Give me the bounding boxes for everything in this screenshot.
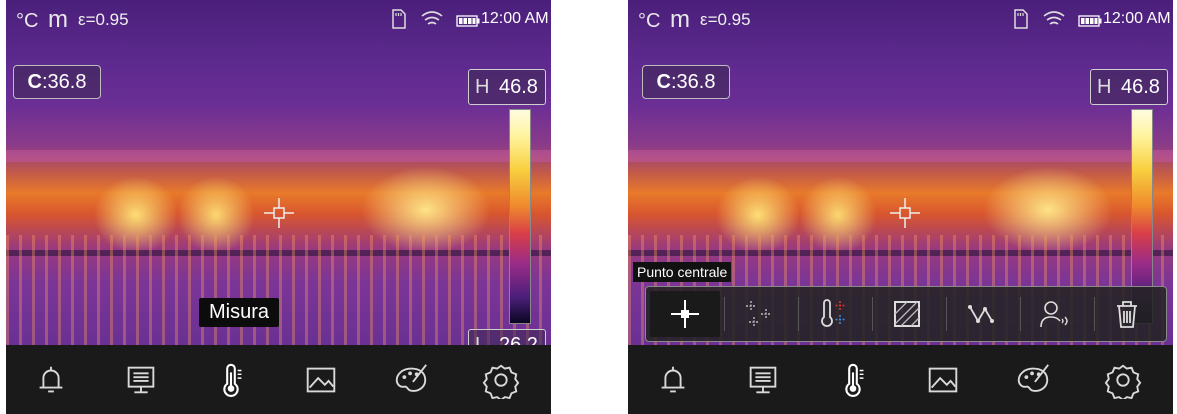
gear-icon: [482, 364, 520, 399]
palette-icon: [395, 363, 427, 392]
palette-button[interactable]: [366, 345, 456, 414]
line-tool[interactable]: [946, 291, 1016, 337]
gallery-button[interactable]: [276, 345, 366, 414]
hot-cold-tool[interactable]: [798, 291, 868, 337]
color-scale-bar: [509, 109, 531, 324]
battery-icon: [1078, 14, 1102, 32]
status-bar: °C m ε=0.95 12:00 AM: [6, 0, 551, 40]
trash-icon: [1117, 301, 1137, 328]
mode-toast: Misura: [199, 298, 280, 327]
area-tool[interactable]: [872, 291, 942, 337]
max-label: H: [475, 76, 490, 98]
max-temperature-box: H 46.8: [1090, 69, 1168, 105]
crosshair-icon: [890, 198, 920, 228]
thermal-screen-measure: °C m ε=0.95 12:00 AM C:36.8 H 46.8 L 26.…: [6, 0, 551, 414]
crosshair-icon: [264, 198, 294, 228]
thermal-image: [6, 0, 551, 345]
settings-button[interactable]: [456, 345, 546, 414]
points-icon: [746, 301, 771, 327]
measure-button[interactable]: [808, 345, 898, 414]
emissivity-label: ε=0.95: [78, 10, 129, 29]
wifi-icon: [420, 8, 444, 35]
bottom-navbar: [6, 345, 551, 414]
line-icon: [968, 305, 994, 323]
palette-button[interactable]: [988, 345, 1078, 414]
temperature-unit: °C: [638, 10, 661, 32]
bell-icon: [661, 366, 685, 392]
settings-button[interactable]: [1078, 345, 1168, 414]
person-alarm-icon: [1040, 301, 1068, 328]
center-point-icon: [671, 300, 699, 328]
hot-cold-icon: [821, 299, 845, 327]
person-alarm-tool[interactable]: [1020, 291, 1090, 337]
tool-tooltip: Punto centrale: [633, 262, 732, 282]
alarm-button[interactable]: [628, 345, 718, 414]
area-icon: [894, 301, 920, 327]
clock: 12:00 AM: [1103, 10, 1171, 27]
battery-icon: [456, 14, 480, 32]
palette-icon: [1017, 363, 1049, 392]
measure-button[interactable]: [186, 345, 276, 414]
center-temperature-readout: C:36.8: [642, 65, 730, 99]
alarm-button[interactable]: [6, 345, 96, 414]
gallery-button[interactable]: [898, 345, 988, 414]
display-button[interactable]: [718, 345, 808, 414]
center-point-tool[interactable]: [650, 291, 720, 337]
image-icon: [306, 367, 336, 392]
display-button[interactable]: [96, 345, 186, 414]
sd-card-icon: [1012, 9, 1028, 34]
thermometer-icon: [223, 363, 242, 397]
sd-card-icon: [390, 9, 406, 34]
temperature-unit: °C: [16, 10, 39, 32]
thermometer-icon: [845, 363, 864, 397]
max-value: 46.8: [499, 76, 538, 98]
points-tool[interactable]: [724, 291, 794, 337]
gear-icon: [1104, 364, 1142, 399]
bottom-navbar: [628, 345, 1173, 414]
monitor-icon: [127, 366, 155, 393]
emissivity-label: ε=0.95: [700, 10, 751, 29]
distance-unit: m: [670, 6, 690, 33]
measure-toolbar: [645, 286, 1167, 342]
monitor-icon: [749, 366, 777, 393]
image-icon: [928, 367, 958, 392]
distance-unit: m: [48, 6, 68, 33]
wifi-icon: [1042, 8, 1066, 35]
center-temperature-readout: C:36.8: [13, 65, 101, 99]
max-temperature-box: H 46.8: [468, 69, 546, 105]
clock: 12:00 AM: [481, 10, 549, 27]
bell-icon: [39, 366, 63, 392]
max-value: 46.8: [1121, 76, 1160, 98]
max-label: H: [1097, 76, 1112, 98]
thermal-screen-tools: °C m ε=0.95 12:00 AM C:36.8 H 46.8 Punto…: [628, 0, 1173, 414]
delete-tool[interactable]: [1092, 291, 1162, 337]
status-bar: °C m ε=0.95 12:00 AM: [628, 0, 1173, 40]
